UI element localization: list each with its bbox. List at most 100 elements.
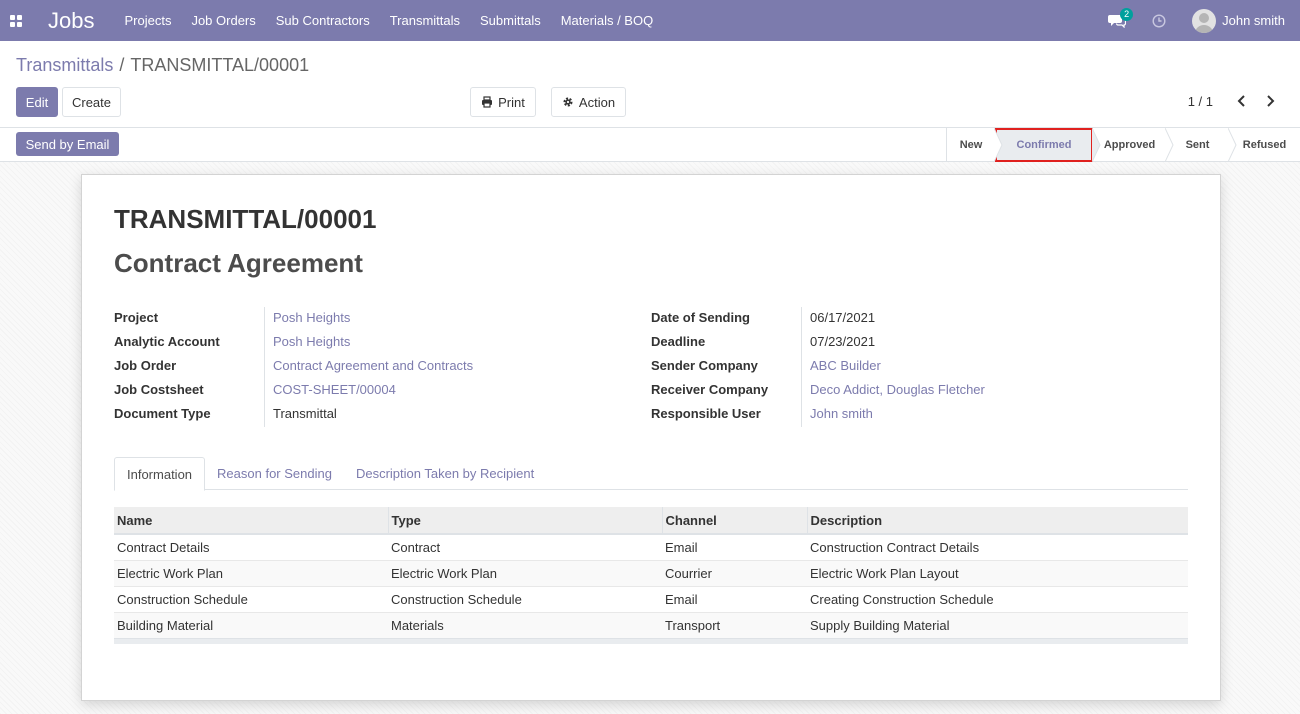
menu-item-materials-boq[interactable]: Materials / BOQ [561, 13, 653, 28]
tab-information[interactable]: Information [114, 457, 206, 491]
cell-description: Electric Work Plan Layout [807, 559, 1188, 586]
edit-button[interactable]: Edit [16, 87, 58, 117]
chat-icon[interactable]: 2 [1108, 7, 1134, 28]
navbar-systray: 2 John smith [1108, 0, 1285, 41]
cell-description: Supply Building Material [807, 611, 1188, 638]
stage-label: Refused [1242, 139, 1287, 151]
document-type-value: Transmittal [273, 405, 337, 421]
job-order-value[interactable]: Contract Agreement and Contracts [273, 358, 473, 373]
cell-name: Building Material [114, 611, 388, 638]
print-icon [481, 96, 493, 108]
cell-type: Construction Schedule [388, 585, 662, 612]
menu-item-submittals[interactable]: Submittals [480, 13, 541, 28]
left-field-labels: Project Analytic Account Job Order Job C… [114, 305, 264, 425]
create-button[interactable]: Create [62, 87, 121, 117]
document-type-label: Document Type [114, 405, 211, 421]
user-avatar[interactable] [1192, 8, 1217, 33]
responsible-user-value[interactable]: John smith [810, 406, 873, 421]
table-footer-row [114, 637, 1188, 644]
column-header-type[interactable]: Type [387, 507, 662, 535]
deadline-label: Deadline [651, 333, 706, 349]
right-field-labels: Date of Sending Deadline Sender Company … [651, 305, 801, 425]
print-button[interactable]: Print [470, 87, 536, 117]
action-button[interactable]: Action [551, 87, 626, 117]
date-of-sending-label: Date of Sending [651, 309, 750, 325]
notebook-tabs: Information Reason for Sending Descripti… [114, 457, 1188, 491]
job-costsheet-label: Job Costsheet [114, 381, 204, 397]
stage-approved[interactable]: Approved [1093, 128, 1174, 162]
stage-confirmed[interactable]: Confirmed [995, 128, 1101, 162]
receiver-company-value[interactable]: Deco Addict, Douglas Fletcher [810, 382, 985, 397]
right-field-separator [801, 307, 802, 427]
table-row[interactable]: Contract Details Contract Email Construc… [114, 533, 1188, 560]
analytic-account-value[interactable]: Posh Heights [273, 334, 350, 349]
cell-channel: Email [662, 585, 807, 612]
stage-label: Sent [1185, 139, 1210, 151]
pager-next-button[interactable] [1260, 91, 1280, 111]
table-row[interactable]: Electric Work Plan Electric Work Plan Co… [114, 559, 1188, 586]
print-button-label: Print [498, 94, 525, 110]
statusbar: Send by Email New Confirmed Approved Sen… [0, 128, 1300, 162]
record-title: Contract Agreement [114, 248, 363, 278]
table-row[interactable]: Construction Schedule Construction Sched… [114, 585, 1188, 612]
chevron-right-icon [1267, 95, 1275, 107]
tab-description-taken-by-recipient[interactable]: Description Taken by Recipient [344, 457, 546, 490]
left-field-values: Posh Heights Posh Heights Contract Agree… [273, 305, 633, 425]
main-menu: Projects Job Orders Sub Contractors Tran… [124, 13, 673, 28]
cell-channel: Courrier [662, 559, 807, 586]
column-header-description[interactable]: Description [806, 507, 1188, 535]
stage-new[interactable]: New [947, 128, 1003, 162]
information-lines-table: Name Type Channel Description Contract D… [114, 507, 1188, 644]
date-of-sending-value: 06/17/2021 [810, 309, 876, 325]
stage-label: Confirmed [1016, 139, 1072, 151]
user-name[interactable]: John smith [1222, 13, 1285, 28]
column-header-channel[interactable]: Channel [661, 507, 807, 535]
menu-item-job-orders[interactable]: Job Orders [191, 13, 255, 28]
menu-item-projects[interactable]: Projects [124, 13, 171, 28]
responsible-user-label: Responsible User [651, 405, 761, 421]
table-header-row: Name Type Channel Description [114, 507, 1188, 535]
cell-type: Contract [388, 533, 662, 560]
menu-item-transmittals[interactable]: Transmittals [390, 13, 460, 28]
job-costsheet-value[interactable]: COST-SHEET/00004 [273, 382, 396, 397]
cell-name: Electric Work Plan [114, 559, 388, 586]
cell-description: Creating Construction Schedule [807, 585, 1188, 612]
stage-label: New [959, 139, 983, 151]
breadcrumb: Transmittals / TRANSMITTAL/00001 [16, 55, 309, 76]
gear-icon [562, 96, 574, 108]
form-content-area: TRANSMITTAL/00001 Contract Agreement Pro… [0, 162, 1300, 714]
breadcrumb-current: TRANSMITTAL/00001 [130, 55, 310, 75]
project-value[interactable]: Posh Heights [273, 310, 350, 325]
stage-refused[interactable]: Refused [1229, 128, 1300, 162]
sender-company-label: Sender Company [651, 357, 758, 373]
job-order-label: Job Order [114, 357, 177, 373]
menu-item-sub-contractors[interactable]: Sub Contractors [276, 13, 370, 28]
top-navbar: Jobs Projects Job Orders Sub Contractors… [0, 0, 1300, 41]
sender-company-value[interactable]: ABC Builder [810, 358, 881, 373]
breadcrumb-transmittals-link[interactable]: Transmittals [16, 55, 113, 75]
project-label: Project [114, 309, 159, 325]
pager-value[interactable]: 1 / 1 [1188, 94, 1213, 109]
analytic-account-label: Analytic Account [114, 333, 220, 349]
stage-label: Approved [1103, 139, 1156, 151]
cell-name: Construction Schedule [114, 585, 388, 612]
table-row[interactable]: Building Material Materials Transport Su… [114, 611, 1188, 638]
action-button-label: Action [578, 94, 616, 110]
cell-channel: Email [662, 533, 807, 560]
cell-channel: Transport [662, 611, 807, 638]
form-sheet: TRANSMITTAL/00001 Contract Agreement Pro… [81, 174, 1221, 701]
left-field-separator [264, 307, 265, 427]
apps-menu-icon[interactable] [0, 0, 32, 41]
status-stages: New Confirmed Approved Sent Refused [946, 128, 1300, 162]
pager-previous-button[interactable] [1232, 91, 1252, 111]
tab-reason-for-sending[interactable]: Reason for Sending [205, 457, 344, 490]
cell-type: Electric Work Plan [388, 559, 662, 586]
activity-clock-icon[interactable] [1152, 13, 1166, 28]
app-brand[interactable]: Jobs [48, 8, 94, 34]
cell-type: Materials [388, 611, 662, 638]
column-header-name[interactable]: Name [114, 507, 388, 535]
stage-sent[interactable]: Sent [1166, 128, 1237, 162]
chat-count-badge: 2 [1120, 7, 1134, 21]
cell-description: Construction Contract Details [807, 533, 1188, 560]
send-by-email-button[interactable]: Send by Email [16, 132, 119, 156]
